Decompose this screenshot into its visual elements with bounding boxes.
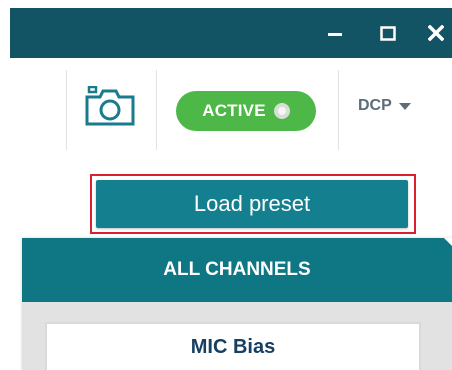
- channels-panel: ALL CHANNELS MIC Bias: [22, 238, 452, 370]
- title-bar: [10, 8, 452, 58]
- caret-down-icon: [398, 102, 411, 110]
- maximize-icon: [380, 26, 396, 41]
- panel-header: ALL CHANNELS: [22, 238, 452, 302]
- dot-icon: [273, 103, 290, 119]
- toolbar-divider: [338, 70, 339, 150]
- load-preset-button[interactable]: Load preset: [96, 180, 408, 228]
- minimize-button[interactable]: [314, 8, 356, 58]
- panel-corner: [444, 238, 452, 246]
- toolbar-divider: [156, 70, 157, 150]
- close-icon: [428, 25, 444, 41]
- minimize-icon: [328, 33, 342, 36]
- camera-icon: [85, 86, 135, 126]
- status-badge-label: ACTIVE: [202, 101, 266, 120]
- panel-body: MIC Bias: [22, 302, 452, 370]
- camera-button[interactable]: [82, 84, 138, 128]
- mic-bias-label: MIC Bias: [190, 335, 276, 358]
- status-badge[interactable]: ACTIVE: [176, 91, 316, 131]
- mic-bias-button[interactable]: MIC Bias: [45, 322, 421, 370]
- close-button[interactable]: [420, 8, 452, 58]
- dcp-dropdown[interactable]: DCP: [358, 92, 412, 120]
- toolbar: ACTIVE DCP: [10, 58, 452, 163]
- content-area: Load preset ALL CHANNELS MIC Bias: [10, 162, 452, 370]
- maximize-button[interactable]: [366, 8, 410, 58]
- panel-title: ALL CHANNELS: [163, 259, 311, 280]
- toolbar-divider: [66, 70, 67, 150]
- dcp-label: DCP: [358, 97, 392, 114]
